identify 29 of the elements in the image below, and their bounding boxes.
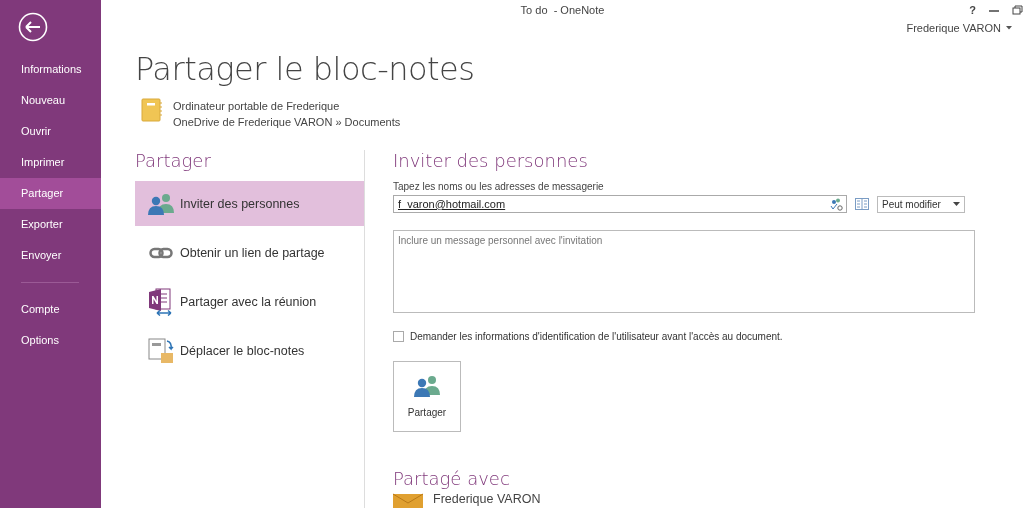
section-heading: Inviter des personnes <box>393 150 589 171</box>
names-field[interactable]: f_varon@hotmail.com <box>393 195 847 213</box>
sidebar-item[interactable]: Imprimer <box>0 147 101 178</box>
sidebar-item[interactable]: Nouveau <box>0 85 101 116</box>
page-title: Partager le bloc-notes <box>135 50 476 88</box>
help-button[interactable]: ? <box>969 4 976 16</box>
field-label: Tapez les noms ou les adresses de messagerie <box>393 181 605 192</box>
notebook-location: OneDrive de Frederique VARON » Documents <box>173 116 401 128</box>
sidebar-item[interactable]: Informations <box>0 54 101 85</box>
window-title: To do - OneNote <box>520 4 605 16</box>
notebook-name: Ordinateur portable de Frederique <box>173 100 341 112</box>
sidebar-item[interactable]: Options <box>0 325 101 356</box>
share-option[interactable]: Déplacer le bloc-notes <box>135 328 364 373</box>
person-name: Frederique VARON <box>433 492 541 506</box>
share-option[interactable]: Obtenir un lien de partage <box>135 230 364 275</box>
sidebar-item[interactable]: Exporter <box>0 209 101 240</box>
share-option[interactable]: Partager avec la réunion <box>135 279 364 324</box>
checkbox-label: Demander les informations d'identification de l'utilisateur avant l'accès au document. <box>410 331 783 342</box>
sidebar-item[interactable]: Envoyer <box>0 240 101 271</box>
section-heading: Partagé avec <box>393 468 511 489</box>
sidebar-item[interactable]: Compte <box>0 294 101 325</box>
permission-dropdown[interactable]: Peut modifier <box>877 195 965 213</box>
sidebar-item[interactable]: Ouvrir <box>0 116 101 147</box>
section-heading: Partager <box>135 150 212 171</box>
sidebar-item[interactable]: Partager <box>0 178 101 209</box>
message-field[interactable]: Inclure un message personnel avec l'invitation <box>393 230 975 313</box>
account-name[interactable]: Frederique VARON <box>906 22 1001 34</box>
share-option[interactable]: Inviter des personnes <box>135 181 364 226</box>
share-button[interactable]: Partager <box>393 361 461 432</box>
